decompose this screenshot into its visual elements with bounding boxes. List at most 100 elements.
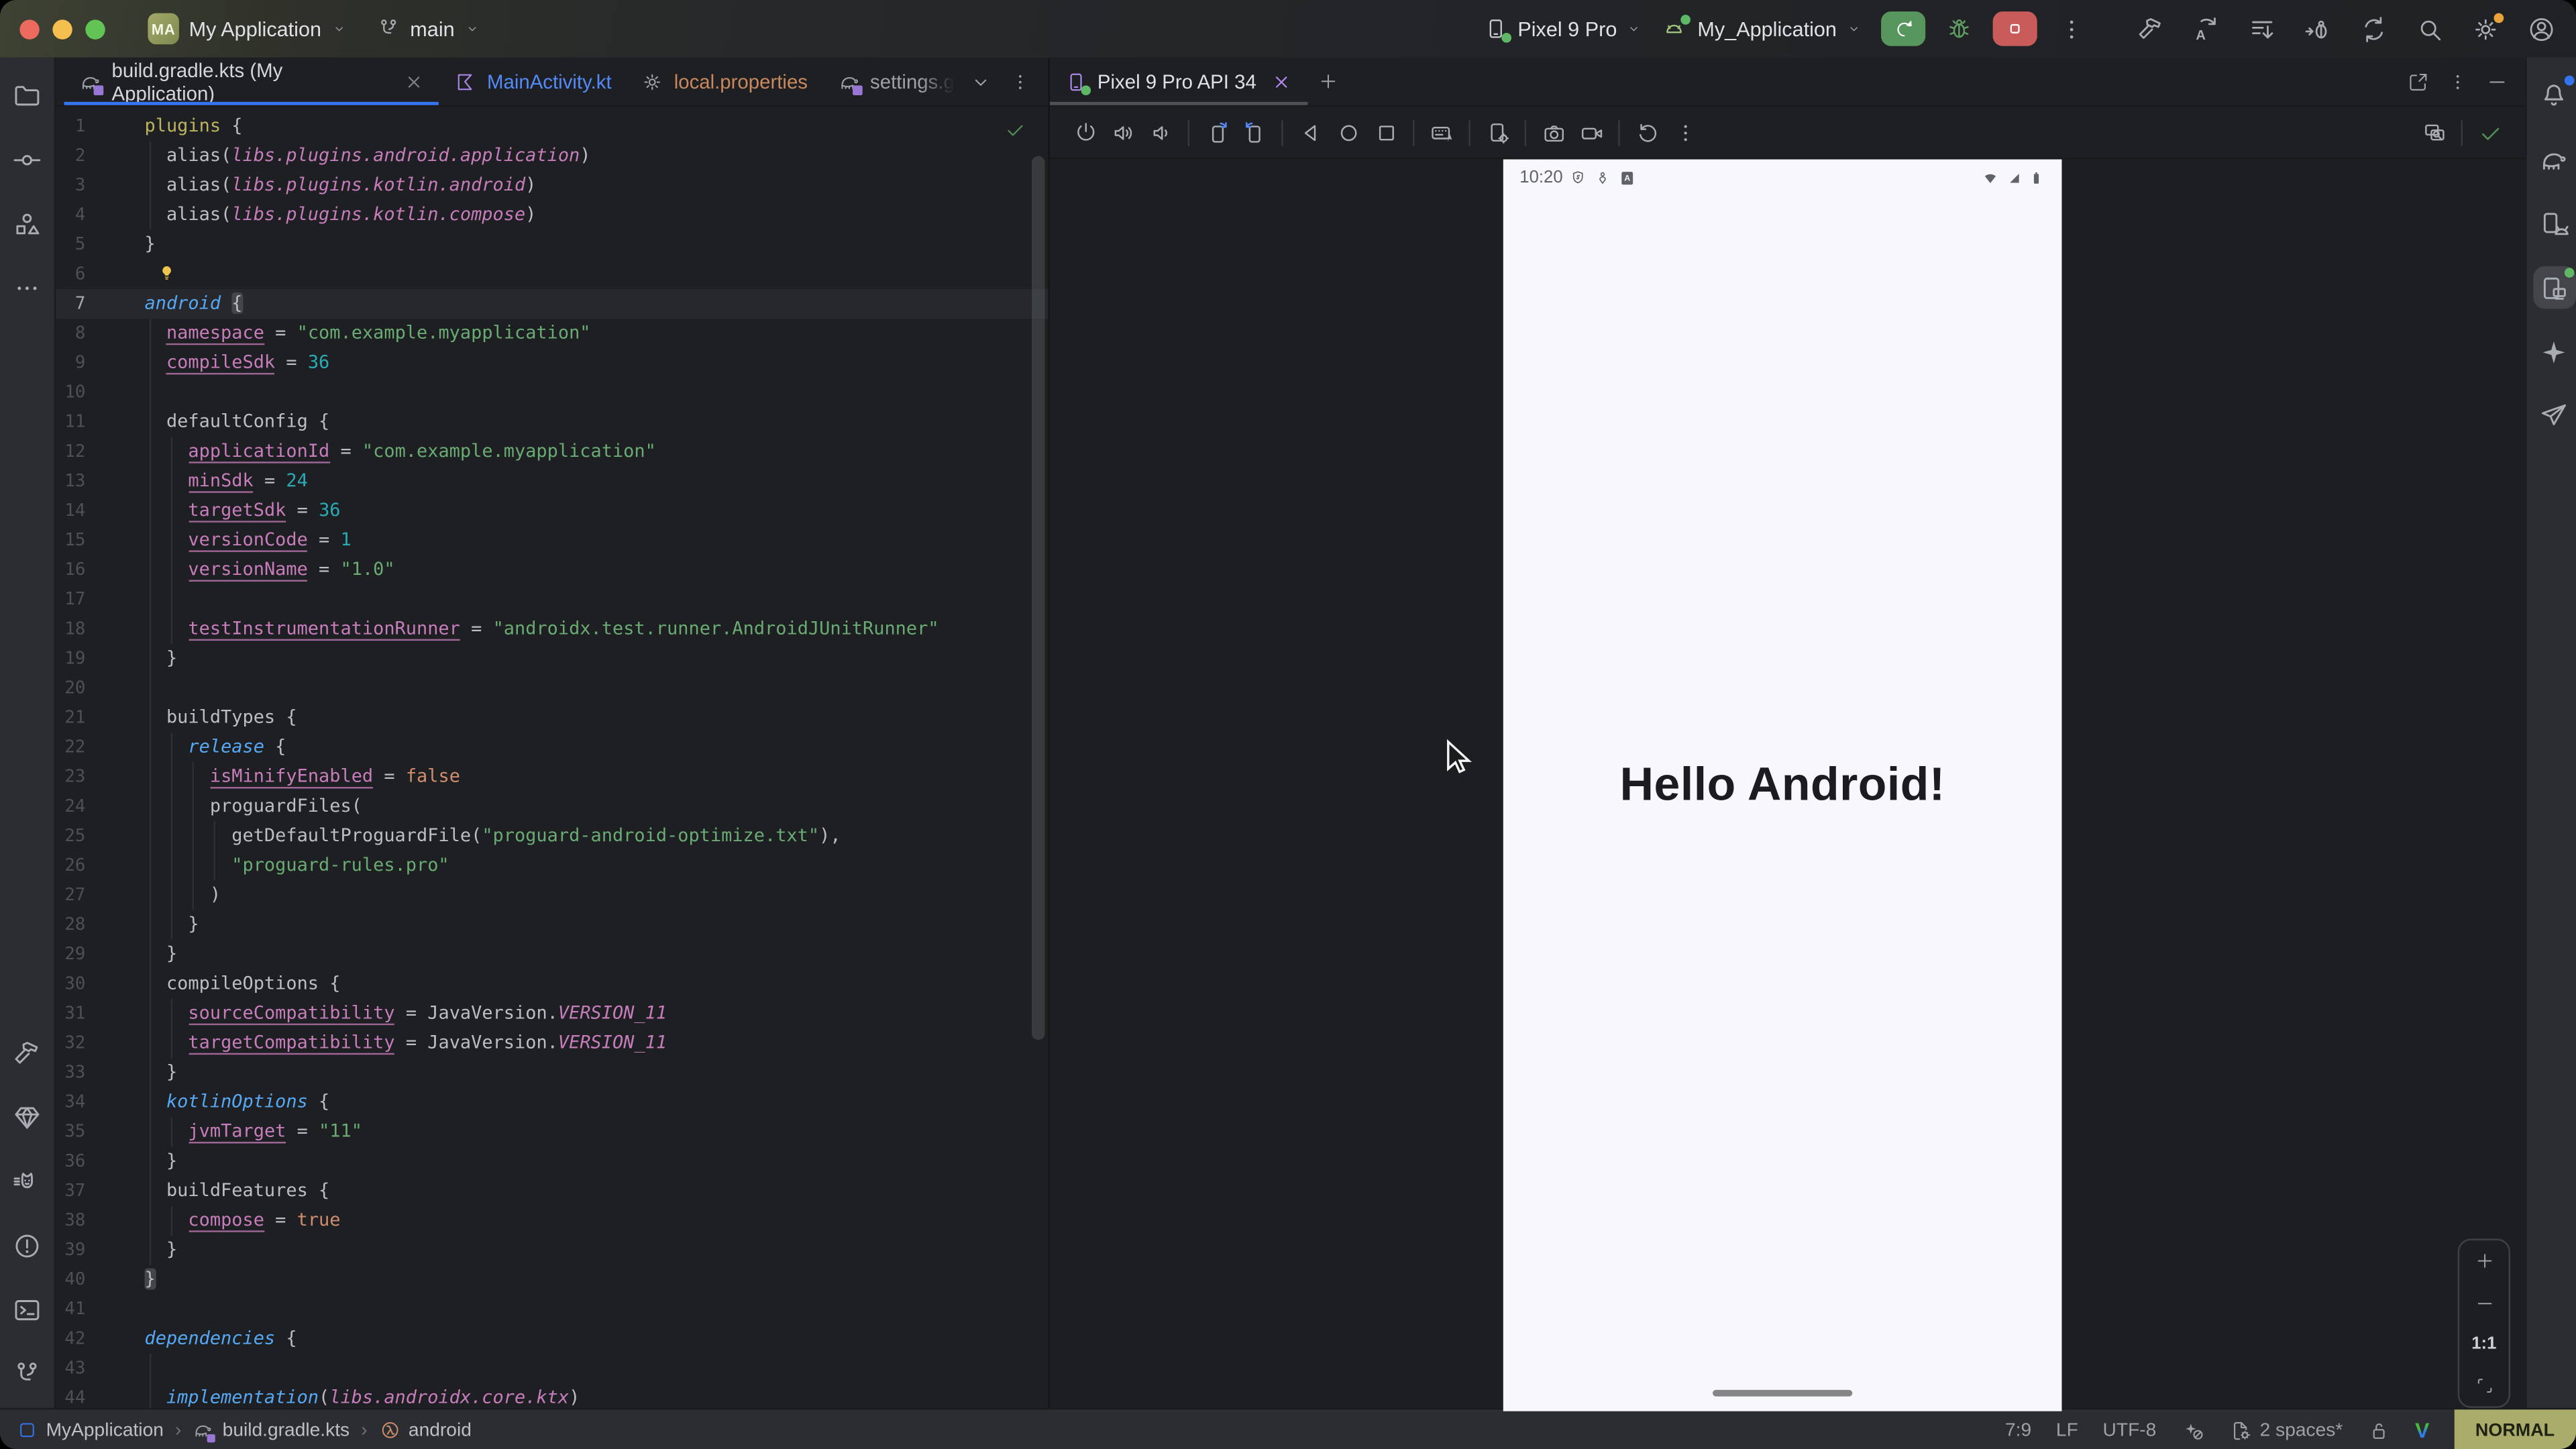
stop-button[interactable]	[1993, 11, 2037, 46]
line-number[interactable]: 44	[56, 1383, 85, 1408]
code-line[interactable]: 7android {	[56, 289, 1048, 319]
code-line[interactable]: 40}	[56, 1265, 1048, 1295]
encoding-widget[interactable]: UTF-8	[2103, 1420, 2157, 1440]
line-number[interactable]: 17	[56, 585, 85, 614]
rerun-button[interactable]	[1881, 11, 1925, 46]
line-number[interactable]: 32	[56, 1028, 85, 1058]
line-number[interactable]: 29	[56, 940, 85, 969]
code-line[interactable]: 38 compose = true	[56, 1206, 1048, 1236]
commit-tool-icon[interactable]	[6, 138, 49, 181]
code-line[interactable]: 37 buildFeatures {	[56, 1176, 1048, 1205]
code-line[interactable]: 1plugins {	[56, 112, 1048, 142]
code-line[interactable]: 10	[56, 378, 1048, 407]
line-number[interactable]: 38	[56, 1206, 85, 1236]
code-editor[interactable]: 1plugins {2 alias(libs.plugins.android.a…	[56, 107, 1048, 1408]
search-everywhere-icon[interactable]	[2415, 14, 2445, 44]
code-line[interactable]: 16 versionName = "1.0"	[56, 555, 1048, 585]
ui-check-button[interactable]	[2415, 113, 2453, 152]
line-number[interactable]: 18	[56, 614, 85, 644]
app-quality-insights-icon[interactable]	[6, 1095, 49, 1138]
close-window-button[interactable]	[19, 19, 39, 38]
terminal-icon[interactable]	[6, 1288, 49, 1331]
code-line[interactable]: 15 versionCode = 1	[56, 526, 1048, 555]
code-line[interactable]: 42dependencies {	[56, 1324, 1048, 1354]
code-line[interactable]: 39 }	[56, 1236, 1048, 1265]
code-line[interactable]: 35 jvmTarget = "11"	[56, 1117, 1048, 1146]
attach-debugger-icon[interactable]	[2303, 14, 2332, 44]
line-number[interactable]: 9	[56, 348, 85, 378]
tab-pixel-9-pro-api-34[interactable]: Pixel 9 Pro API 34	[1050, 58, 1307, 105]
debug-button[interactable]	[1945, 15, 1974, 43]
line-number[interactable]: 42	[56, 1324, 85, 1354]
run-config-selector[interactable]: My_Application	[1661, 15, 1861, 42]
line-number[interactable]: 6	[56, 260, 85, 289]
code-line[interactable]: 23 isMinifyEnabled = false	[56, 762, 1048, 792]
line-number[interactable]: 22	[56, 733, 85, 762]
code-line[interactable]: 28 }	[56, 910, 1048, 940]
notifications-icon[interactable]	[2532, 74, 2575, 117]
code-line[interactable]: 12 applicationId = "com.example.myapplic…	[56, 437, 1048, 466]
code-line[interactable]: 3 alias(libs.plugins.kotlin.android)	[56, 171, 1048, 201]
line-number[interactable]: 25	[56, 821, 85, 851]
line-number[interactable]: 36	[56, 1146, 85, 1176]
line-number[interactable]: 14	[56, 496, 85, 526]
lock-icon[interactable]	[2367, 1419, 2390, 1442]
volume-up-button[interactable]	[1104, 113, 1142, 152]
airplane-icon[interactable]	[2532, 394, 2575, 437]
vim-icon[interactable]: V	[2415, 1417, 2429, 1442]
screen-record-button[interactable]	[1572, 113, 1610, 152]
tab-build-gradle-kts[interactable]: build.gradle.kts (My Application)	[64, 58, 439, 105]
line-number[interactable]: 4	[56, 201, 85, 230]
power-button[interactable]	[1066, 113, 1104, 152]
line-number[interactable]: 31	[56, 999, 85, 1028]
code-line[interactable]: 29 }	[56, 940, 1048, 969]
fit-to-screen-icon[interactable]	[2473, 1375, 2495, 1397]
device-manager-icon[interactable]	[2532, 202, 2575, 245]
line-number[interactable]: 3	[56, 171, 85, 201]
caret-position-widget[interactable]: 7:9	[2005, 1420, 2031, 1440]
breadcrumb-project[interactable]: MyApplication	[16, 1419, 163, 1441]
code-line[interactable]: 21 buildTypes {	[56, 703, 1048, 733]
device-screen[interactable]: 10:20 A Hello Android!	[1503, 160, 2062, 1411]
code-line[interactable]: 36 }	[56, 1146, 1048, 1176]
line-number[interactable]: 15	[56, 526, 85, 555]
line-separator-widget[interactable]: LF	[2056, 1420, 2078, 1440]
nav-handle[interactable]	[1713, 1389, 1852, 1397]
code-line[interactable]: 20	[56, 674, 1048, 703]
code-line[interactable]: 13 minSdk = 24	[56, 467, 1048, 496]
close-icon[interactable]	[1269, 70, 1292, 93]
device-settings-button[interactable]	[1479, 113, 1516, 152]
rotate-right-button[interactable]	[1236, 113, 1273, 152]
gemini-icon[interactable]	[2532, 330, 2575, 373]
inspections-ok-icon[interactable]	[1004, 118, 1026, 141]
home-button[interactable]	[1329, 113, 1366, 152]
build-tool-icon[interactable]	[6, 1032, 49, 1075]
line-number[interactable]: 12	[56, 437, 85, 466]
code-line[interactable]: 11 defaultConfig {	[56, 407, 1048, 437]
code-line[interactable]: 14 targetSdk = 36	[56, 496, 1048, 526]
line-number[interactable]: 10	[56, 378, 85, 407]
line-number[interactable]: 33	[56, 1058, 85, 1087]
code-line[interactable]: 43	[56, 1354, 1048, 1383]
code-line[interactable]: 4 alias(libs.plugins.kotlin.compose)	[56, 201, 1048, 230]
indent-widget[interactable]: 2 spaces*	[2229, 1419, 2343, 1442]
project-tool-icon[interactable]	[6, 74, 49, 117]
line-number[interactable]: 41	[56, 1295, 85, 1324]
code-line[interactable]: 17	[56, 585, 1048, 614]
back-button[interactable]	[1291, 113, 1329, 152]
problems-icon[interactable]	[6, 1224, 49, 1267]
apply-code-changes-icon[interactable]	[2247, 14, 2277, 44]
more-tools-icon[interactable]	[6, 266, 49, 309]
code-line[interactable]: 26 "proguard-rules.pro"	[56, 851, 1048, 881]
rotate-left-button[interactable]	[1197, 113, 1235, 152]
overview-button[interactable]	[1367, 113, 1405, 152]
line-number[interactable]: 35	[56, 1117, 85, 1146]
code-line[interactable]: 19 }	[56, 644, 1048, 674]
line-number[interactable]: 28	[56, 910, 85, 940]
zoom-in-icon[interactable]	[2473, 1250, 2495, 1272]
line-number[interactable]: 26	[56, 851, 85, 881]
minimize-window-button[interactable]	[52, 19, 72, 38]
zoom-out-icon[interactable]	[2473, 1293, 2495, 1314]
apply-changes-icon[interactable]: A	[2192, 14, 2221, 44]
settings-icon[interactable]	[2471, 14, 2500, 44]
